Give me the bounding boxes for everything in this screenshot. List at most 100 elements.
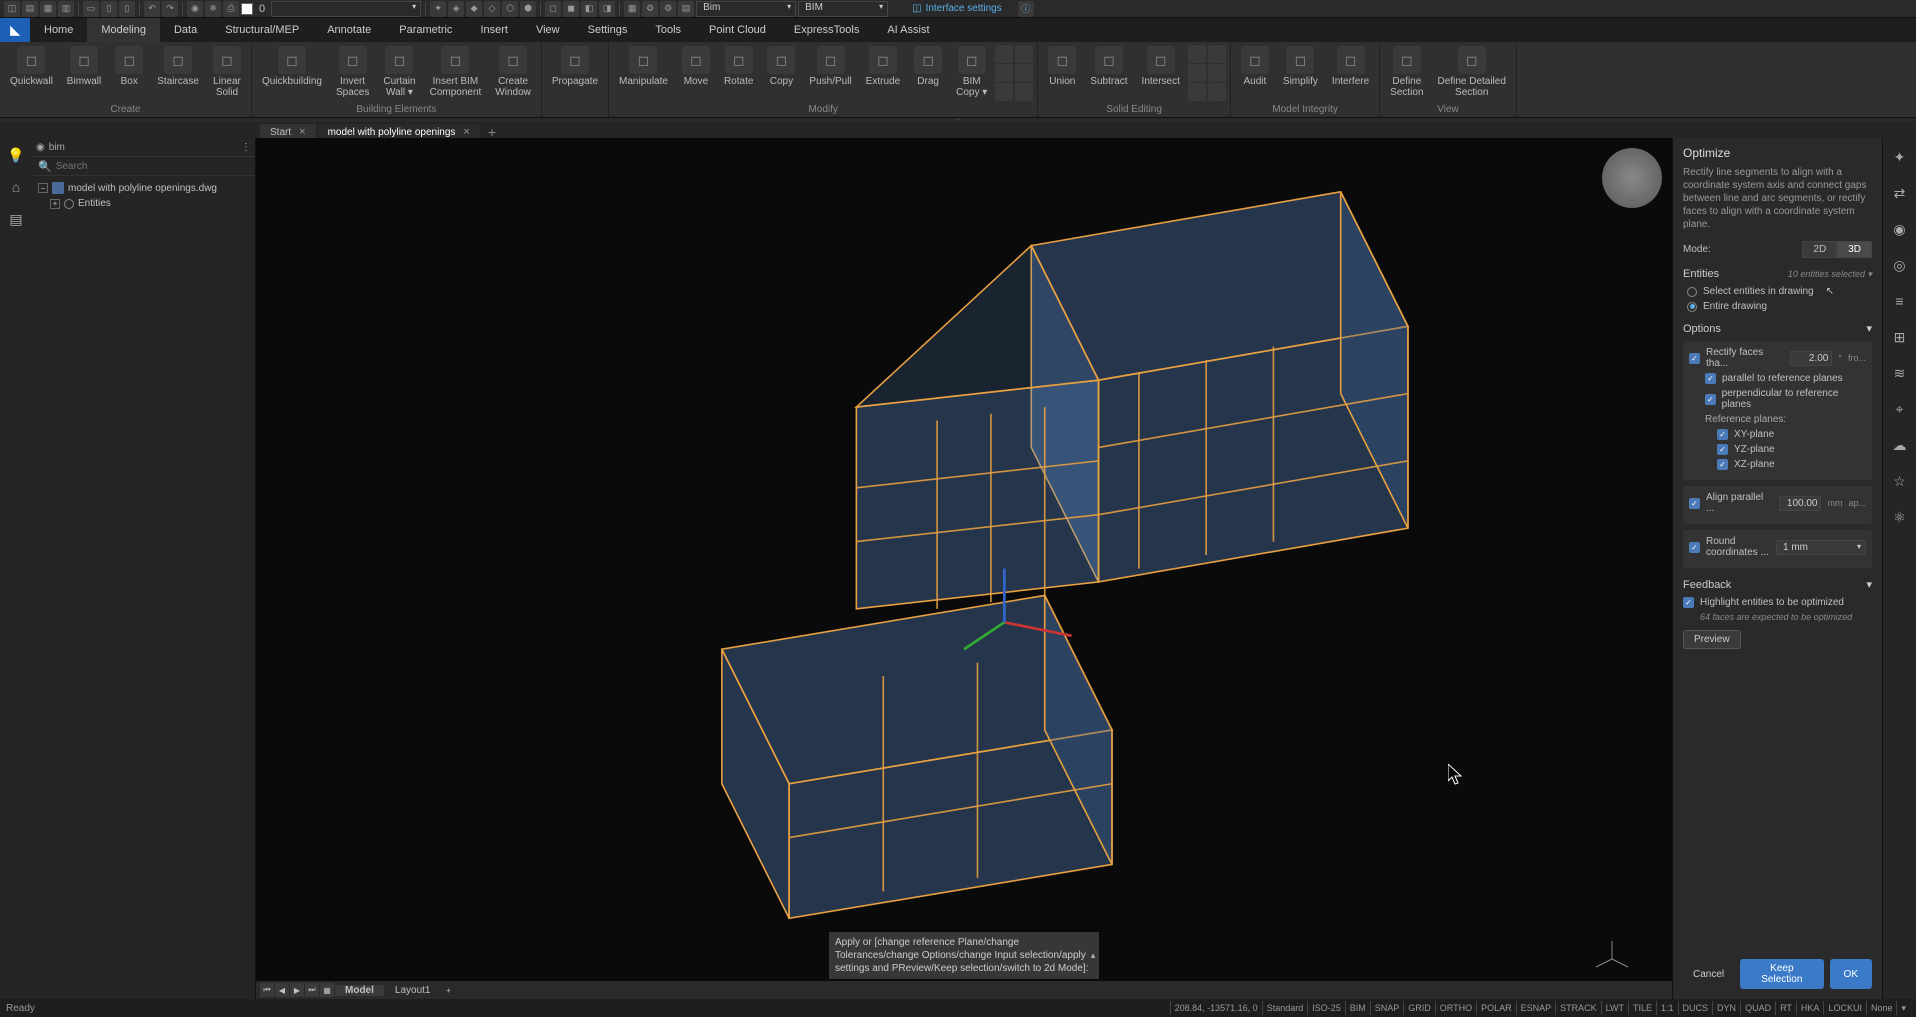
saveas-icon[interactable]: ▥ <box>58 1 74 17</box>
cube-b-icon[interactable]: ◼ <box>563 1 579 17</box>
workspace-dropdown-1[interactable]: Bim <box>696 1 796 17</box>
print-icon[interactable]: ⎙ <box>223 1 239 17</box>
rail-icon-7[interactable]: ≋ <box>1889 362 1911 384</box>
tool-b-icon[interactable]: ◈ <box>448 1 464 17</box>
tree-root-row[interactable]: − model with polyline openings.dwg <box>34 180 253 196</box>
settings-icon[interactable]: ⚙ <box>660 1 676 17</box>
rail-icon-3[interactable]: ◉ <box>1889 218 1911 240</box>
tab-parametric[interactable]: Parametric <box>385 18 466 42</box>
status-toggle[interactable]: ESNAP <box>1516 1001 1556 1015</box>
ribbon-button[interactable]: ◻Linear Solid <box>207 44 247 102</box>
collapse-icon[interactable]: − <box>38 183 48 193</box>
status-toggle[interactable]: TILE <box>1628 1001 1656 1015</box>
ribbon-button[interactable]: ◻Push/Pull <box>803 44 857 102</box>
tool-c-icon[interactable]: ◆ <box>466 1 482 17</box>
status-toggle[interactable]: BIM <box>1345 1001 1370 1015</box>
layout-tab-model[interactable]: Model <box>335 985 384 996</box>
interface-settings-link[interactable]: ◫ Interface settings <box>912 3 1002 14</box>
layout-tab-layout1[interactable]: Layout1 <box>385 985 441 996</box>
ribbon-button[interactable]: ◻Extrude <box>860 44 906 102</box>
layouts-list-icon[interactable]: ▦ <box>320 983 334 997</box>
ribbon-small-button[interactable] <box>1015 64 1033 82</box>
radio-entire-drawing[interactable]: Entire drawing <box>1683 301 1872 312</box>
layer-next-icon[interactable]: ▯ <box>119 1 135 17</box>
rail-icon-4[interactable]: ◎ <box>1889 254 1911 276</box>
ribbon-small-button[interactable] <box>1208 83 1226 101</box>
status-toggle[interactable]: POLAR <box>1476 1001 1516 1015</box>
tool-a-icon[interactable]: ✦ <box>430 1 446 17</box>
pick-icon[interactable]: ↖ <box>1826 286 1834 297</box>
status-toggle[interactable]: DUCS <box>1678 1001 1713 1015</box>
rail-icon-2[interactable]: ⇄ <box>1889 182 1911 204</box>
layer-dropdown[interactable] <box>271 1 421 17</box>
ribbon-small-button[interactable] <box>1015 45 1033 63</box>
ribbon-button[interactable]: ◻Insert BIM Component <box>424 44 488 102</box>
tool-f-icon[interactable]: ⬢ <box>520 1 536 17</box>
ribbon-button[interactable]: ◻Copy <box>761 44 801 102</box>
ribbon-button[interactable]: ◻Union <box>1042 44 1082 102</box>
status-toggle[interactable]: LWT <box>1601 1001 1628 1015</box>
close-icon[interactable]: × <box>463 126 469 138</box>
align-value-input[interactable] <box>1779 496 1821 511</box>
mode-3d-button[interactable]: 3D <box>1837 241 1872 258</box>
ribbon-button[interactable]: ◻Propagate <box>546 44 604 117</box>
rail-icon-8[interactable]: ⌖ <box>1889 398 1911 420</box>
grid-icon[interactable]: ▦ <box>624 1 640 17</box>
ribbon-small-button[interactable] <box>995 64 1013 82</box>
ok-button[interactable]: OK <box>1830 959 1872 989</box>
expand-icon[interactable]: + <box>50 199 60 209</box>
new-icon[interactable]: ◫ <box>4 1 20 17</box>
status-toggle[interactable]: Standard <box>1262 1001 1308 1015</box>
help-icon[interactable]: ⓘ <box>1018 1 1034 17</box>
status-toggle[interactable]: STRACK <box>1555 1001 1601 1015</box>
app-menu-button[interactable]: ◣ <box>0 18 30 42</box>
axis-widget[interactable] <box>1592 939 1632 979</box>
ribbon-button[interactable]: ◻Quickwall <box>4 44 59 102</box>
rail-icon-5[interactable]: ≡ <box>1889 290 1911 312</box>
tab-data[interactable]: Data <box>160 18 211 42</box>
perpendicular-check[interactable] <box>1705 394 1716 405</box>
last-layout-icon[interactable]: ⏭ <box>305 983 319 997</box>
undo-icon[interactable]: ↶ <box>144 1 160 17</box>
rectify-value-input[interactable] <box>1790 351 1832 366</box>
status-toggle[interactable]: ISO-25 <box>1307 1001 1345 1015</box>
ribbon-button[interactable]: ◻Simplify <box>1277 44 1324 102</box>
ribbon-button[interactable]: ◻Subtract <box>1084 44 1133 102</box>
ribbon-small-button[interactable] <box>1188 64 1206 82</box>
cancel-button[interactable]: Cancel <box>1683 959 1734 989</box>
tool-e-icon[interactable]: ⬡ <box>502 1 518 17</box>
ribbon-small-button[interactable] <box>1015 83 1033 101</box>
ribbon-button[interactable]: ◻Invert Spaces <box>330 44 375 102</box>
home-rail-icon[interactable]: ⌂ <box>5 176 27 198</box>
panel-menu-icon[interactable]: ⋮ <box>241 142 251 153</box>
mode-2d-button[interactable]: 2D <box>1802 241 1837 258</box>
tab-express[interactable]: ExpressTools <box>780 18 873 42</box>
tab-view[interactable]: View <box>522 18 574 42</box>
align-check[interactable] <box>1689 498 1700 509</box>
rectify-check[interactable] <box>1689 353 1700 364</box>
ribbon-button[interactable]: ◻BIM Copy ▾ <box>950 44 993 102</box>
ribbon-button[interactable]: ◻Rotate <box>718 44 759 102</box>
tab-modeling[interactable]: Modeling <box>87 18 160 42</box>
tab-structural[interactable]: Structural/MEP <box>211 18 313 42</box>
rail-icon-6[interactable]: ⊞ <box>1889 326 1911 348</box>
ribbon-small-button[interactable] <box>1188 45 1206 63</box>
ribbon-button[interactable]: ◻Curtain Wall ▾ <box>377 44 421 102</box>
status-toggle[interactable]: ORTHO <box>1435 1001 1476 1015</box>
status-toggle[interactable]: GRID <box>1403 1001 1435 1015</box>
ribbon-small-button[interactable] <box>1188 83 1206 101</box>
structure-rail-icon[interactable]: ▤ <box>5 208 27 230</box>
redo-icon[interactable]: ↷ <box>162 1 178 17</box>
status-toggle[interactable]: LOCKUI <box>1823 1001 1866 1015</box>
bulb-rail-icon[interactable]: 💡 <box>5 144 27 166</box>
current-color-swatch[interactable] <box>241 3 253 15</box>
scroll-up-icon[interactable]: ▲ <box>1089 950 1097 960</box>
status-toggle[interactable]: SNAP <box>1370 1001 1404 1015</box>
viewcube[interactable] <box>1602 148 1662 208</box>
ribbon-button[interactable]: ◻Drag <box>908 44 948 102</box>
add-layout-icon[interactable]: + <box>441 983 455 997</box>
ribbon-small-button[interactable] <box>1208 64 1226 82</box>
ribbon-button[interactable]: ◻Bimwall <box>61 44 107 102</box>
tree-child-row[interactable]: + Entities <box>34 196 253 211</box>
ribbon-button[interactable]: ◻Intersect <box>1136 44 1186 102</box>
